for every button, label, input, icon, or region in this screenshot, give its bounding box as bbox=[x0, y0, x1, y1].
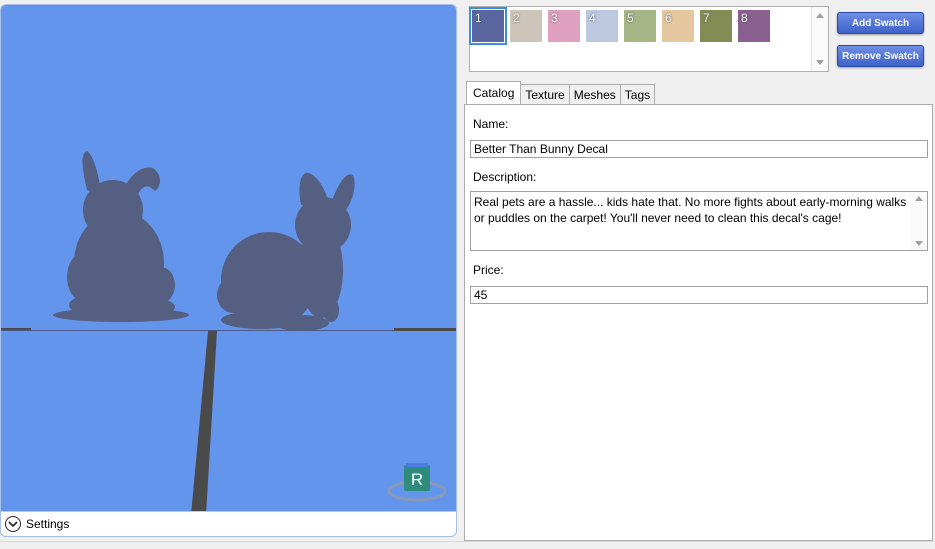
description-label: Description: bbox=[473, 170, 537, 184]
swatch-number: 7 bbox=[703, 11, 710, 25]
chevron-down-icon[interactable] bbox=[5, 516, 21, 532]
swatch-number: 5 bbox=[627, 11, 634, 25]
floor-seam bbox=[191, 331, 217, 515]
swatch-number: 2 bbox=[513, 11, 520, 25]
swatch-3[interactable]: 3 bbox=[548, 10, 580, 42]
gizmo-letter: R bbox=[411, 470, 423, 489]
floor-horizon bbox=[1, 330, 456, 331]
swatch-number: 8 bbox=[741, 11, 748, 25]
settings-bar[interactable]: Settings bbox=[1, 511, 456, 536]
swatch-number: 1 bbox=[475, 11, 482, 25]
swatch-4[interactable]: 4 bbox=[586, 10, 618, 42]
scroll-down-icon[interactable] bbox=[915, 241, 923, 246]
swatch-7[interactable]: 7 bbox=[700, 10, 732, 42]
catalog-tab-panel: Name: Better Than Bunny Decal Descriptio… bbox=[464, 104, 933, 541]
tab-meshes[interactable]: Meshes bbox=[568, 84, 621, 104]
bunny-silhouette-right bbox=[217, 172, 355, 331]
swatch-8[interactable]: 8 bbox=[738, 10, 770, 42]
add-swatch-button[interactable]: Add Swatch bbox=[837, 12, 924, 34]
scene-canvas[interactable]: R bbox=[1, 5, 457, 515]
swatch-list: 1 2 3 4 5 6 7 8 bbox=[469, 7, 776, 45]
swatch-2[interactable]: 2 bbox=[510, 10, 542, 42]
swatch-1[interactable]: 1 bbox=[469, 7, 507, 45]
description-scrollbar[interactable] bbox=[911, 192, 927, 250]
rotate-gizmo-icon[interactable]: R bbox=[387, 463, 447, 502]
scroll-down-icon[interactable] bbox=[816, 60, 824, 65]
name-label: Name: bbox=[473, 117, 509, 131]
preview-viewport[interactable]: R Settings bbox=[0, 4, 457, 537]
name-input[interactable]: Better Than Bunny Decal bbox=[470, 140, 928, 158]
swatch-scrollbar[interactable] bbox=[811, 7, 828, 71]
scroll-up-icon[interactable] bbox=[915, 196, 923, 201]
price-label: Price: bbox=[473, 263, 504, 277]
swatch-number: 3 bbox=[551, 11, 558, 25]
tab-catalog[interactable]: Catalog bbox=[466, 81, 522, 104]
price-input[interactable]: 45 bbox=[470, 286, 928, 304]
scroll-up-icon[interactable] bbox=[816, 13, 824, 18]
swatch-6[interactable]: 6 bbox=[662, 10, 694, 42]
settings-label[interactable]: Settings bbox=[26, 517, 69, 531]
remove-swatch-button[interactable]: Remove Swatch bbox=[837, 45, 924, 67]
swatch-number: 4 bbox=[589, 11, 596, 25]
description-textarea[interactable]: Real pets are a hassle... kids hate that… bbox=[470, 191, 928, 251]
description-text: Real pets are a hassle... kids hate that… bbox=[474, 195, 907, 225]
property-tabs: Catalog Texture Meshes Tags bbox=[466, 81, 656, 104]
swatch-number: 6 bbox=[665, 11, 672, 25]
tab-tags[interactable]: Tags bbox=[619, 84, 656, 104]
swatch-list-box: 1 2 3 4 5 6 7 8 bbox=[469, 6, 829, 72]
bunny-silhouette-left bbox=[53, 151, 189, 322]
tab-texture[interactable]: Texture bbox=[520, 84, 570, 104]
floor-edge-right bbox=[394, 328, 456, 331]
swatch-5[interactable]: 5 bbox=[624, 10, 656, 42]
